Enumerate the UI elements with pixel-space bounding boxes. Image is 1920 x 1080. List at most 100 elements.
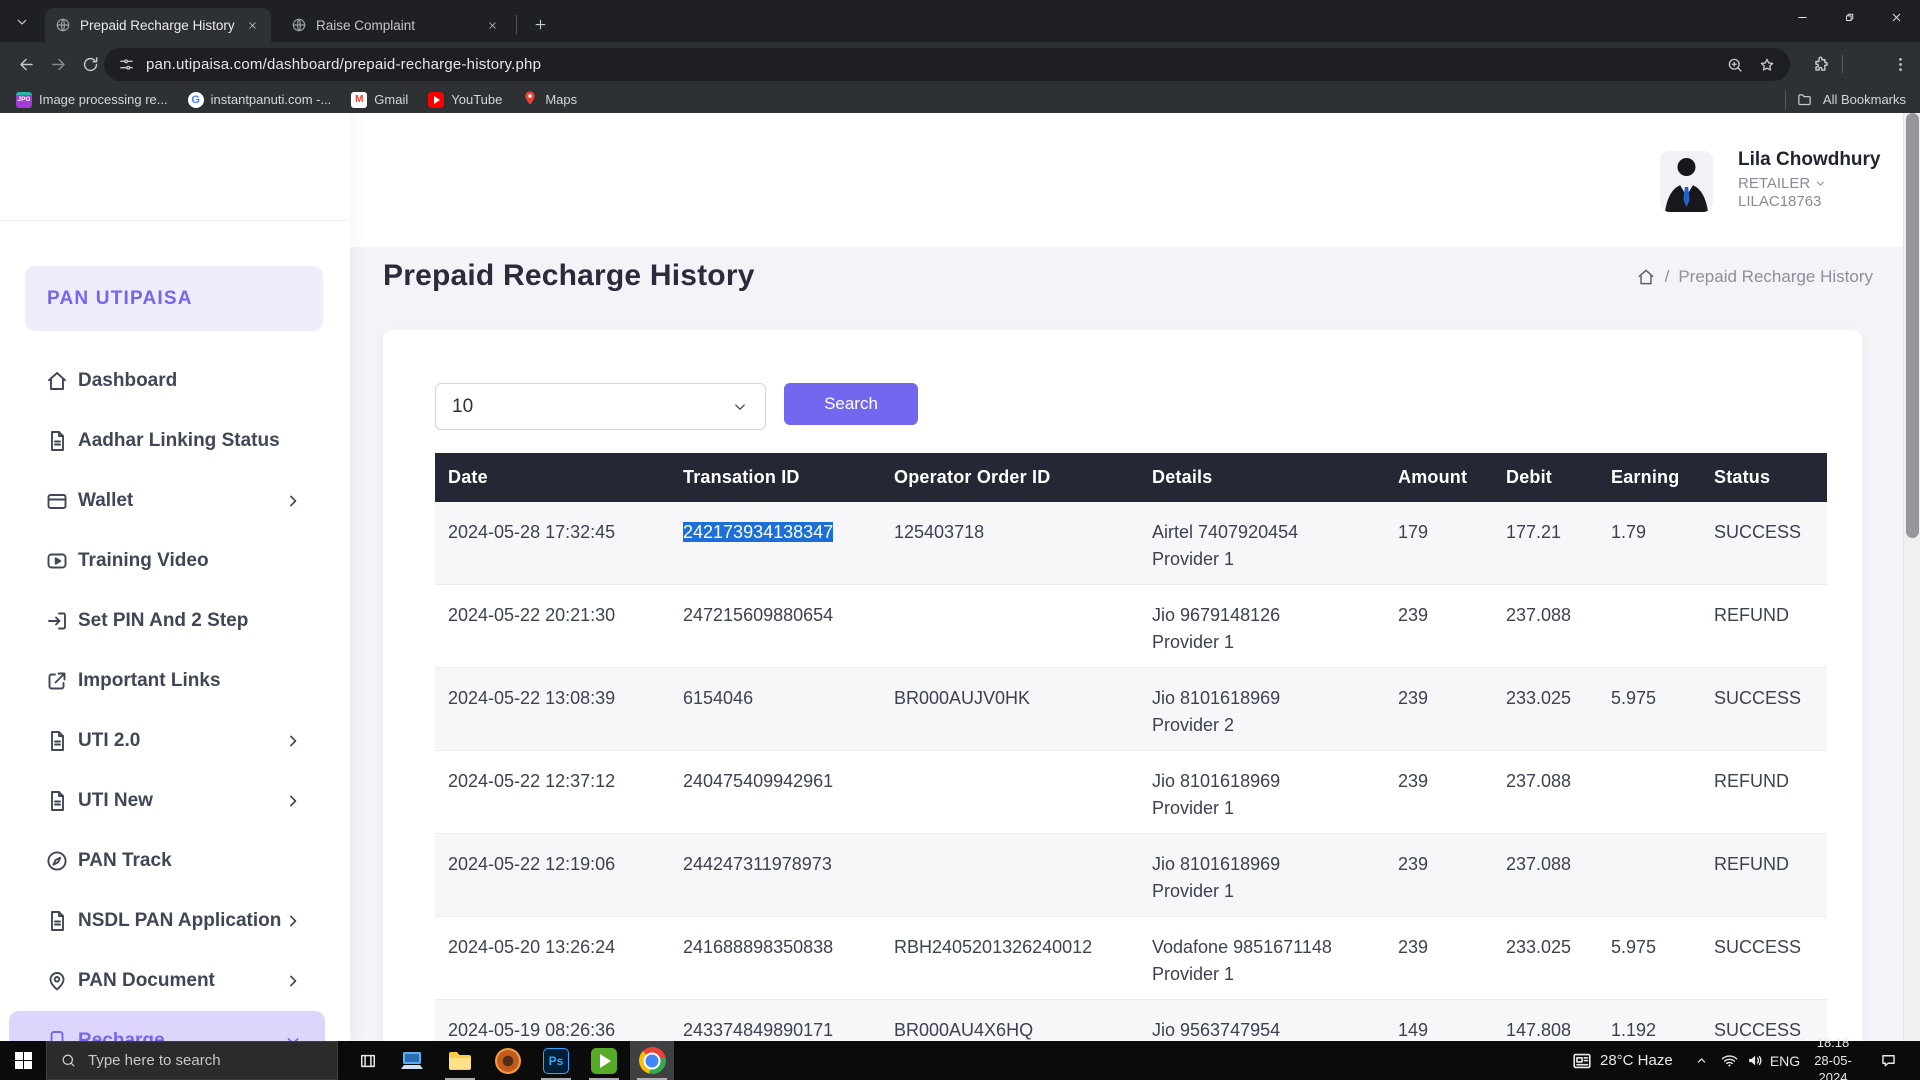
new-tab-button[interactable]: [526, 10, 554, 38]
cell-earning: 1.79: [1598, 502, 1701, 584]
sidebar-item-wallet[interactable]: Wallet: [9, 471, 325, 531]
user-role: RETAILER: [1738, 175, 1810, 192]
cell-earning: [1598, 585, 1701, 667]
site-settings-icon[interactable]: [118, 56, 135, 73]
column-header: Debit: [1493, 453, 1598, 502]
file-explorer-button[interactable]: [438, 1041, 482, 1080]
cell-transaction-id: 247215609880654: [670, 585, 881, 667]
browser-profile-avatar[interactable]: [1855, 52, 1879, 76]
weather-text[interactable]: 28°C Haze: [1600, 1041, 1680, 1080]
sidebar-item-uti-2-0[interactable]: UTI 2.0: [9, 711, 325, 771]
cell-details: Jio 9679148126Provider 1: [1139, 585, 1385, 667]
chevron-down-icon: [731, 398, 749, 416]
photoshop-button[interactable]: Ps: [534, 1041, 578, 1080]
arrow-right-icon: [49, 55, 68, 74]
reload-button[interactable]: [76, 50, 104, 78]
content-card: 10 Search DateTransation IDOperator Orde…: [383, 330, 1862, 1041]
sidebar-item-recharge[interactable]: Recharge: [9, 1011, 325, 1041]
pc-app-button[interactable]: [390, 1041, 434, 1080]
google-favicon: G: [188, 92, 204, 108]
chrome-button[interactable]: [630, 1041, 674, 1080]
home-icon[interactable]: [1636, 267, 1656, 287]
tab-raise-complaint[interactable]: Raise Complaint: [281, 8, 511, 42]
cell-debit: 237.088: [1493, 585, 1598, 667]
pin-icon: [45, 969, 69, 993]
scrollbar-thumb[interactable]: [1906, 113, 1919, 538]
window-close-button[interactable]: [1873, 0, 1920, 34]
notification-button[interactable]: [1872, 1041, 1904, 1080]
cell-amount: 239: [1385, 834, 1493, 916]
close-icon: [487, 20, 498, 31]
jpg-favicon: JPG: [16, 92, 32, 108]
zoom-in-icon[interactable]: [1726, 56, 1744, 74]
cell-transaction-id: 240475409942961: [670, 751, 881, 833]
sidebar-item-label: PAN Document: [78, 970, 215, 992]
wifi-button[interactable]: [1716, 1041, 1742, 1080]
sidebar-item-label: Wallet: [78, 490, 133, 512]
sidebar-item-dashboard[interactable]: Dashboard: [9, 351, 325, 411]
cell-date: 2024-05-22 12:19:06: [435, 834, 670, 916]
maps-favicon: [522, 90, 538, 109]
news-icon: [1571, 1050, 1593, 1072]
tab-close-icon[interactable]: [484, 17, 501, 34]
home-icon: [45, 369, 69, 393]
chevron-down-icon: [1814, 177, 1827, 190]
all-bookmarks-button[interactable]: All Bookmarks: [1823, 92, 1906, 107]
tab-close-icon[interactable]: [244, 17, 261, 34]
back-button[interactable]: [12, 50, 40, 78]
cell-debit: 233.025: [1493, 917, 1598, 999]
tab-search-button[interactable]: [8, 8, 36, 36]
task-view-button[interactable]: [346, 1041, 390, 1080]
language-indicator[interactable]: ENG: [1768, 1041, 1802, 1080]
column-header: Date: [435, 453, 670, 502]
sidebar-item-aadhar-linking-status[interactable]: Aadhar Linking Status: [9, 411, 325, 471]
compass-icon: [45, 849, 69, 873]
play-app-button[interactable]: [582, 1041, 626, 1080]
news-weather-button[interactable]: [1566, 1041, 1598, 1080]
menu-dots-icon[interactable]: [1891, 55, 1910, 74]
brand-box[interactable]: PAN UTIPAISA: [25, 266, 323, 331]
table-row: 2024-05-22 20:21:30247215609880654Jio 96…: [435, 585, 1827, 668]
clock[interactable]: 18:18 28-05-2024: [1800, 1041, 1866, 1080]
chrome-icon: [639, 1047, 666, 1074]
recharge-table: DateTransation IDOperator Order IDDetail…: [435, 453, 1827, 1041]
cell-operator-order-id: RBH2405201326240012: [881, 917, 1139, 999]
bookmark-star-icon[interactable]: [1758, 56, 1776, 74]
file-icon: [45, 789, 69, 813]
volume-button[interactable]: [1742, 1041, 1768, 1080]
bookmark-item[interactable]: JPGImage processing re...: [8, 90, 176, 110]
taskbar-search-input[interactable]: Type here to search: [46, 1041, 338, 1080]
table-row: 2024-05-28 17:32:45242173934138347125403…: [435, 502, 1827, 585]
scrollbar[interactable]: [1903, 113, 1920, 1041]
address-bar[interactable]: pan.utipaisa.com/dashboard/prepaid-recha…: [104, 48, 1790, 81]
photoshop-icon: Ps: [543, 1048, 569, 1074]
column-header: Details: [1139, 453, 1385, 502]
sidebar-item-nsdl-pan-application[interactable]: NSDL PAN Application: [9, 891, 325, 951]
bookmark-item[interactable]: Maps: [514, 88, 585, 111]
page-size-select[interactable]: 10: [435, 383, 766, 430]
sidebar-item-pan-track[interactable]: PAN Track: [9, 831, 325, 891]
bookmark-item[interactable]: Ginstantpanuti.com -...: [180, 90, 340, 110]
sidebar-item-training-video[interactable]: Training Video: [9, 531, 325, 591]
bookmark-item[interactable]: YouTube: [420, 90, 510, 110]
sidebar-item-pan-document[interactable]: PAN Document: [9, 951, 325, 1011]
window-minimize-button[interactable]: [1779, 0, 1826, 34]
bookmark-item[interactable]: MGmail: [343, 90, 416, 110]
column-header: Amount: [1385, 453, 1493, 502]
sidebar-item-important-links[interactable]: Important Links: [9, 651, 325, 711]
breadcrumb-current: Prepaid Recharge History: [1678, 267, 1873, 287]
tray-expand-button[interactable]: [1688, 1041, 1714, 1080]
search-button[interactable]: Search: [784, 383, 918, 425]
sidebar-item-uti-new[interactable]: UTI New: [9, 771, 325, 831]
browser-window: Prepaid Recharge History Raise Complaint…: [0, 0, 1920, 1080]
extensions-puzzle-icon[interactable]: [1811, 55, 1830, 74]
media-app-button[interactable]: [486, 1041, 530, 1080]
cell-status: REFUND: [1701, 585, 1827, 667]
start-button[interactable]: [0, 1041, 46, 1080]
window-restore-button[interactable]: [1826, 0, 1873, 34]
tab-prepaid-recharge-history[interactable]: Prepaid Recharge History: [45, 8, 271, 42]
sidebar-item-set-pin-and-2-step[interactable]: Set PIN And 2 Step: [9, 591, 325, 651]
url-text: pan.utipaisa.com/dashboard/prepaid-recha…: [146, 56, 541, 73]
forward-button[interactable]: [44, 50, 72, 78]
user-profile[interactable]: Lila Chowdhury RETAILER LILAC18763: [1660, 149, 1910, 229]
